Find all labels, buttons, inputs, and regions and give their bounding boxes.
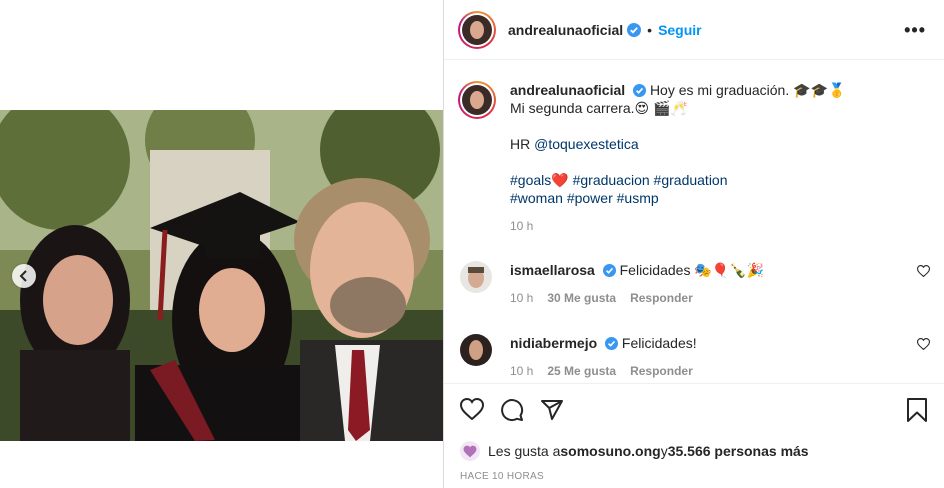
reply-button[interactable]: Responder: [630, 291, 693, 305]
hashtags-line-1: #goals❤️ #graduacion #graduation: [510, 171, 930, 189]
caption-text: andrealunaoficial Hoy es mi graduación. …: [510, 81, 930, 235]
mention-link[interactable]: @toquexestetica: [534, 136, 639, 152]
comment-username[interactable]: nidiabermejo: [510, 335, 597, 351]
follow-button[interactable]: Seguir: [658, 22, 702, 38]
comment-item: ismaellarosa Felicidades 🎭🎈🍾🎉 10 h 30 Me …: [458, 261, 944, 307]
graduation-photo-illustration: [0, 110, 443, 441]
avatar-image: [460, 261, 492, 293]
likes-prefix: Les gusta a: [488, 443, 561, 459]
verified-icon: [602, 264, 616, 277]
hashtag-woman[interactable]: #woman: [510, 190, 563, 206]
caption-hr-line: HR @toquexestetica: [510, 135, 930, 153]
verified-icon: [605, 337, 619, 350]
comment-meta: 10 h 30 Me gusta Responder: [510, 289, 764, 307]
avatar-image: [462, 14, 492, 45]
verified-icon: [627, 22, 642, 37]
author-avatar[interactable]: [458, 10, 496, 49]
post-header: andrealunaoficial • Seguir •••: [444, 0, 944, 60]
hashtag-graduation[interactable]: #graduation: [654, 172, 728, 188]
comment-time[interactable]: 10 h: [510, 291, 533, 305]
heart-logo-icon: [463, 445, 477, 457]
likes-middle: y: [660, 443, 668, 459]
reply-button[interactable]: Responder: [630, 364, 693, 378]
liker-avatar[interactable]: [460, 441, 480, 461]
bookmark-icon[interactable]: [906, 398, 928, 422]
comment-icon[interactable]: [500, 398, 524, 422]
verified-icon: [633, 84, 647, 97]
post-caption: andrealunaoficial Hoy es mi graduación. …: [458, 81, 930, 235]
comment-text: Felicidades!: [621, 335, 697, 351]
commenter-avatar[interactable]: [460, 334, 492, 366]
heart-icon[interactable]: [917, 265, 930, 277]
caption-line-2: Mi segunda carrera.😍 🎬🥂: [510, 100, 688, 116]
hashtag-usmp[interactable]: #usmp: [617, 190, 659, 206]
separator-dot: •: [647, 21, 653, 38]
comment-likes[interactable]: 25 Me gusta: [547, 364, 616, 378]
comment-time[interactable]: 10 h: [510, 364, 533, 378]
heart-emoji: ❤️: [551, 172, 569, 188]
caption-avatar[interactable]: [458, 81, 496, 119]
heart-icon[interactable]: [460, 398, 484, 420]
avatar-image: [462, 85, 492, 115]
caption-meta: 10 h: [510, 217, 930, 235]
avatar-image: [460, 334, 492, 366]
likes-count[interactable]: 35.566 personas más: [668, 443, 809, 459]
author-username[interactable]: andrealunaoficial: [508, 22, 623, 38]
more-options-icon[interactable]: •••: [904, 20, 926, 41]
caption-line-1: Hoy es mi graduación. 🎓🎓🥇: [649, 82, 846, 98]
caption-username[interactable]: andrealunaoficial: [510, 82, 625, 98]
liker-username[interactable]: somosuno.ong: [560, 443, 660, 459]
hashtag-goals[interactable]: #goals: [510, 172, 551, 188]
hashtag-graduacion[interactable]: #graduacion: [573, 172, 650, 188]
hashtag-power[interactable]: #power: [567, 190, 613, 206]
comment-text: Felicidades 🎭🎈🍾🎉: [619, 262, 765, 278]
post-panel: andrealunaoficial • Seguir ••• andrealun…: [444, 0, 944, 488]
share-icon[interactable]: [540, 398, 564, 422]
post-photo[interactable]: [0, 110, 443, 441]
previous-photo-button[interactable]: [12, 264, 36, 288]
hashtags-line-2: #woman #power #usmp: [510, 189, 930, 207]
comments-list[interactable]: andrealunaoficial Hoy es mi graduación. …: [444, 61, 944, 383]
hr-prefix: HR: [510, 136, 535, 152]
comment-likes[interactable]: 30 Me gusta: [547, 291, 616, 305]
caption-time[interactable]: 10 h: [510, 219, 533, 233]
chevron-left-icon: [19, 270, 27, 282]
likes-summary: Les gusta a somosuno.ong y 35.566 person…: [460, 441, 809, 461]
comment-username[interactable]: ismaellarosa: [510, 262, 595, 278]
commenter-avatar[interactable]: [460, 261, 492, 293]
post-timestamp[interactable]: HACE 10 HORAS: [460, 471, 544, 482]
action-bar: [444, 383, 944, 437]
comment-item: nidiabermejo Felicidades! 10 h 25 Me gust…: [458, 334, 944, 380]
comment-meta: 10 h 25 Me gusta Responder: [510, 362, 697, 380]
heart-icon[interactable]: [917, 338, 930, 350]
